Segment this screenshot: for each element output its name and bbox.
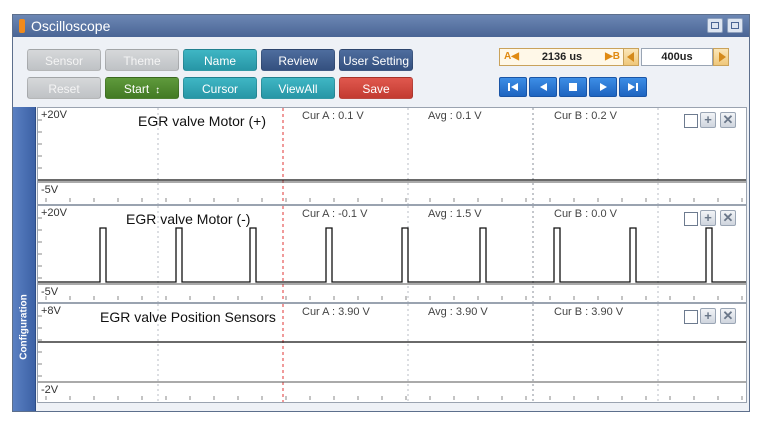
sensor-button[interactable]: Sensor — [27, 49, 101, 71]
close-channel-icon[interactable]: ✕ — [720, 112, 736, 128]
channel-name: EGR valve Motor (+) — [138, 113, 266, 129]
y-min-label: -5V — [41, 286, 59, 298]
menu-icon[interactable] — [727, 18, 743, 33]
arrow-right-icon — [719, 52, 726, 62]
skip-first-icon — [508, 83, 518, 91]
reset-button[interactable]: Reset — [27, 77, 101, 99]
arrow-left-icon — [627, 52, 634, 62]
channel-name: EGR valve Position Sensors — [100, 309, 276, 325]
close-channel-icon[interactable]: ✕ — [720, 210, 736, 226]
window-title: Oscilloscope — [31, 18, 111, 34]
review-button[interactable]: Review — [261, 49, 335, 71]
division-increase-button[interactable] — [713, 48, 729, 66]
theme-button[interactable]: Theme — [105, 49, 179, 71]
average-readout: Avg : 0.1 V — [428, 110, 482, 122]
cursor-b-readout: Cur B : 0.0 V — [554, 208, 617, 220]
y-max-label: +20V — [41, 109, 67, 121]
marker-b: ▶B — [605, 51, 620, 62]
name-button[interactable]: Name — [183, 49, 257, 71]
channel-checkbox[interactable] — [684, 310, 698, 324]
viewall-button[interactable]: ViewAll — [261, 77, 335, 99]
channel-panel: +20V -5V EGR valve Motor (+) Cur A : 0.1… — [37, 107, 747, 205]
add-channel-icon[interactable]: + — [700, 210, 716, 226]
add-channel-icon[interactable]: + — [700, 308, 716, 324]
updown-icon: ↕ — [155, 85, 161, 96]
configuration-tab[interactable]: Configuration — [13, 107, 36, 411]
cursor-time-field[interactable]: A◀ 2136 us ▶B — [499, 48, 625, 66]
average-readout: Avg : 1.5 V — [428, 208, 482, 220]
cursor-button[interactable]: Cursor — [183, 77, 257, 99]
channel-name: EGR valve Motor (-) — [126, 211, 251, 227]
play-button[interactable] — [589, 77, 617, 97]
division-decrease-button[interactable] — [623, 48, 639, 66]
y-min-label: -5V — [41, 184, 59, 196]
cursor-a-readout: Cur A : 3.90 V — [302, 306, 370, 318]
prev-icon — [540, 83, 547, 91]
close-channel-icon[interactable]: ✕ — [720, 308, 736, 324]
channel-checkbox[interactable] — [684, 212, 698, 226]
y-max-label: +20V — [41, 207, 67, 219]
app-icon — [19, 19, 25, 33]
y-min-label: -2V — [41, 384, 59, 396]
skip-last-button[interactable] — [619, 77, 647, 97]
save-button[interactable]: Save — [339, 77, 413, 99]
user-setting-button[interactable]: User Setting — [339, 49, 413, 71]
start-label: Start — [123, 82, 150, 96]
cursor-b-readout: Cur B : 3.90 V — [554, 306, 624, 318]
oscilloscope-window: Oscilloscope Sensor Theme Name Review Us… — [12, 14, 750, 412]
stop-icon — [569, 83, 577, 91]
time-division-value: 400us — [641, 48, 713, 66]
add-channel-icon[interactable]: + — [700, 112, 716, 128]
skip-first-button[interactable] — [499, 77, 527, 97]
channel-checkbox[interactable] — [684, 114, 698, 128]
prev-button[interactable] — [529, 77, 557, 97]
skip-last-icon — [628, 83, 638, 91]
signal-trace — [38, 227, 746, 283]
cursor-a-readout: Cur A : 0.1 V — [302, 110, 364, 122]
title-bar: Oscilloscope — [13, 15, 749, 37]
channel-panel: +8V -2V EGR valve Position Sensors Cur A… — [37, 303, 747, 403]
cursor-a-readout: Cur A : -0.1 V — [302, 208, 368, 220]
configuration-label: Configuration — [18, 294, 30, 360]
play-icon — [600, 83, 607, 91]
start-button[interactable]: Start ↕ — [105, 77, 179, 99]
y-max-label: +8V — [41, 305, 61, 317]
stop-button[interactable] — [559, 77, 587, 97]
capture-icon[interactable] — [707, 18, 723, 33]
average-readout: Avg : 3.90 V — [428, 306, 488, 318]
cursor-b-readout: Cur B : 0.2 V — [554, 110, 617, 122]
channel-panel: +20V -5V EGR valve Motor (-) Cur A : -0.… — [37, 205, 747, 303]
